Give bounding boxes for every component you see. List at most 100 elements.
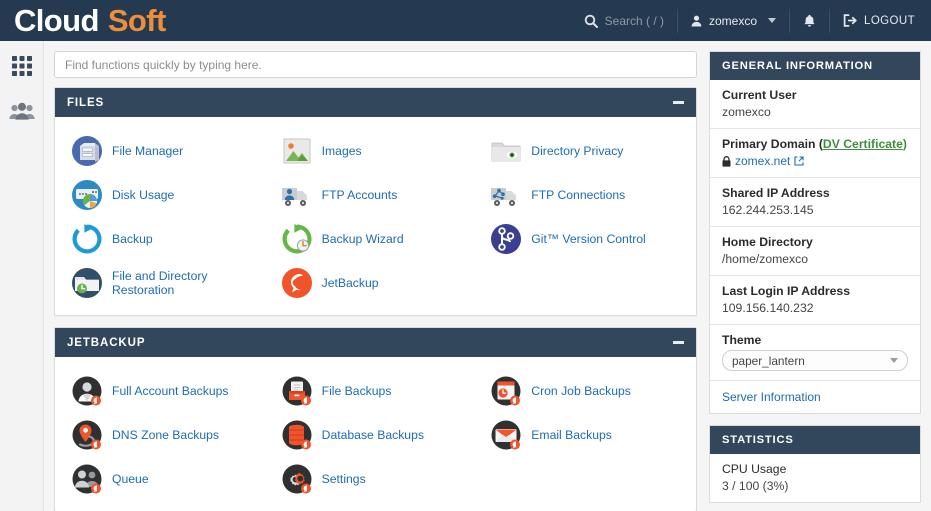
shared-ip-label: Shared IP Address xyxy=(722,186,830,200)
item-queue[interactable]: Queue xyxy=(61,457,271,501)
ftp-connections-icon xyxy=(490,179,522,211)
collapse-minus-icon[interactable] xyxy=(673,341,684,344)
item-label: Backup Wizard xyxy=(321,231,404,246)
item-backup-wizard[interactable]: Backup Wizard xyxy=(271,217,481,261)
rail-apps-button[interactable] xyxy=(7,51,37,81)
last-login-label: Last Login IP Address xyxy=(722,284,850,298)
collapse-minus-icon[interactable] xyxy=(673,101,684,104)
backup-icon xyxy=(71,223,103,255)
notifications-button[interactable] xyxy=(790,0,829,41)
user-icon xyxy=(691,15,702,27)
jetbackup-panel: JETBACKUP Full Account Backups File Back… xyxy=(54,327,697,511)
item-label: Images xyxy=(321,143,362,158)
jetbackup-panel-title: JETBACKUP xyxy=(67,336,146,349)
item-email-backups[interactable]: Email Backups xyxy=(480,413,690,457)
item-file-manager[interactable]: File Manager xyxy=(61,129,271,173)
item-label: Full Account Backups xyxy=(112,383,229,398)
find-placeholder: Find functions quickly by typing here. xyxy=(65,57,262,72)
item-database-backups[interactable]: Database Backups xyxy=(271,413,481,457)
current-user-row: Current User zomexco xyxy=(710,80,920,129)
item-disk-usage[interactable]: Disk Usage xyxy=(61,173,271,217)
ftp-accounts-icon xyxy=(281,179,313,211)
current-user-value: zomexco xyxy=(722,105,771,119)
chevron-down-icon xyxy=(890,358,898,363)
general-information-panel: GENERAL INFORMATION Current User zomexco… xyxy=(709,51,921,414)
item-label: Queue xyxy=(112,471,149,486)
item-label: Git™ Version Control xyxy=(531,231,646,246)
jetbackup-panel-header: JETBACKUP xyxy=(55,328,696,357)
general-information-title: GENERAL INFORMATION xyxy=(710,52,920,80)
shared-ip-value: 162.244.253.145 xyxy=(722,203,814,217)
item-label: FTP Connections xyxy=(531,187,626,202)
item-full-account-backups[interactable]: Full Account Backups xyxy=(61,369,271,413)
item-ftp-connections[interactable]: FTP Connections xyxy=(480,173,690,217)
item-label: File Backups xyxy=(321,383,392,398)
primary-domain-link[interactable]: zomex.net xyxy=(735,154,790,168)
files-grid: File Manager Images Directory Privacy Di… xyxy=(61,129,690,305)
brand-cloud: Cloud xyxy=(14,3,99,38)
item-label: Disk Usage xyxy=(112,187,175,202)
search-icon xyxy=(584,14,598,28)
item-label: JetBackup xyxy=(321,275,379,290)
primary-domain-row: Primary Domain (DV Certificate) zomex.ne… xyxy=(710,129,920,178)
full-account-backups-icon xyxy=(71,375,103,407)
logout-button[interactable]: LOGOUT xyxy=(830,0,931,41)
item-label: FTP Accounts xyxy=(321,187,398,202)
header-search[interactable]: Search ( / ) xyxy=(571,0,677,41)
chevron-down-icon xyxy=(768,18,777,23)
item-file-and-directory-restoration[interactable]: File and Directory Restoration xyxy=(61,261,271,305)
item-label: Cron Job Backups xyxy=(531,383,631,398)
item-cron-job-backups[interactable]: Cron Job Backups xyxy=(480,369,690,413)
page-body: Find functions quickly by typing here. F… xyxy=(0,41,931,511)
dv-certificate-link[interactable]: DV Certificate xyxy=(823,137,903,151)
logout-label: LOGOUT xyxy=(864,14,915,27)
database-backups-icon xyxy=(281,419,313,451)
item-settings[interactable]: Settings xyxy=(271,457,481,501)
settings-icon xyxy=(281,463,313,495)
last-login-row: Last Login IP Address 109.156.140.232 xyxy=(710,276,920,325)
logout-icon xyxy=(843,14,857,27)
dns-zone-backups-icon xyxy=(71,419,103,451)
statistics-panel: STATISTICS CPU Usage 3 / 100 (3%) xyxy=(709,425,921,503)
item-label: File and Directory Restoration xyxy=(112,268,208,297)
jetbackup-grid: Full Account Backups File Backups Cron J… xyxy=(61,369,690,501)
item-jetbackup[interactable]: JetBackup xyxy=(271,261,481,305)
item-directory-privacy[interactable]: Directory Privacy xyxy=(480,129,690,173)
cron-job-backups-icon xyxy=(490,375,522,407)
cpu-usage-label: CPU Usage xyxy=(722,462,787,476)
bell-icon xyxy=(803,14,816,28)
jetbackup-panel-body: Full Account Backups File Backups Cron J… xyxy=(55,357,696,511)
file-manager-icon xyxy=(71,135,103,167)
search-placeholder: Search ( / ) xyxy=(604,13,664,28)
item-images[interactable]: Images xyxy=(271,129,481,173)
server-information-row: Server Information xyxy=(710,381,920,413)
brand-logo: Cloud Soft xyxy=(0,5,166,36)
shared-ip-row: Shared IP Address 162.244.253.145 xyxy=(710,178,920,227)
theme-label: Theme xyxy=(722,333,762,347)
home-directory-value: /home/zomexco xyxy=(722,252,809,266)
files-panel-title: FILES xyxy=(67,96,105,109)
email-backups-icon xyxy=(490,419,522,451)
item-label: Backup xyxy=(112,231,153,246)
header-actions: Search ( / ) zomexco LOGOUT xyxy=(571,0,931,41)
item-ftp-accounts[interactable]: FTP Accounts xyxy=(271,173,481,217)
server-information-link[interactable]: Server Information xyxy=(722,390,821,404)
queue-icon xyxy=(71,463,103,495)
backup-wizard-icon xyxy=(281,223,313,255)
primary-domain-label-text: Primary Domain ( xyxy=(722,137,823,151)
item-label: DNS Zone Backups xyxy=(112,427,220,442)
cpu-usage-row: CPU Usage 3 / 100 (3%) xyxy=(710,454,920,502)
grid-apps-icon xyxy=(11,55,33,77)
item-file-backups[interactable]: File Backups xyxy=(271,369,481,413)
find-functions-input[interactable]: Find functions quickly by typing here. xyxy=(54,51,697,78)
last-login-value: 109.156.140.232 xyxy=(722,301,814,315)
theme-select[interactable]: paper_lantern xyxy=(722,350,908,371)
users-group-icon xyxy=(8,102,35,122)
item-backup[interactable]: Backup xyxy=(61,217,271,261)
lock-icon xyxy=(722,155,731,167)
item-dns-zone-backups[interactable]: DNS Zone Backups xyxy=(61,413,271,457)
top-header-bar: Cloud Soft Search ( / ) zomexco LOGOUT xyxy=(0,0,931,41)
rail-users-button[interactable] xyxy=(7,97,37,127)
user-menu[interactable]: zomexco xyxy=(678,0,789,41)
item-git-version-control[interactable]: Git™ Version Control xyxy=(480,217,690,261)
